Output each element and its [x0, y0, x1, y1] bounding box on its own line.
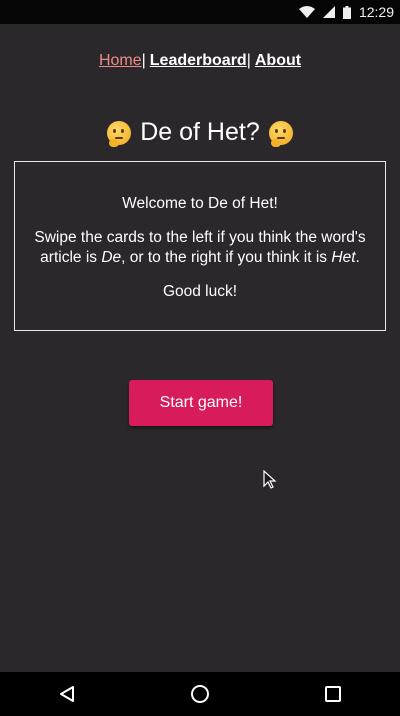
nav-leaderboard-link[interactable]: Leaderboard [150, 52, 247, 69]
instructions-part: , or to the right if you think it is [121, 249, 332, 266]
nav-home-link[interactable]: Home [99, 52, 142, 69]
signal-icon [322, 6, 335, 18]
page-title: De of Het? [0, 118, 400, 147]
back-button[interactable] [37, 672, 97, 716]
thinking-face-icon [107, 120, 132, 147]
instructions-text: Swipe the cards to the left if you think… [27, 228, 373, 268]
status-time: 12:29 [358, 4, 394, 20]
top-nav: Home| Leaderboard| About [0, 52, 400, 70]
system-nav-bar [0, 672, 400, 716]
nav-separator: | [246, 52, 251, 69]
start-game-button[interactable]: Start game! [129, 380, 273, 426]
instructions-part: . [355, 249, 360, 266]
home-button[interactable] [170, 672, 230, 716]
back-triangle-icon [59, 686, 74, 702]
welcome-text: Welcome to De of Het! [122, 195, 278, 212]
status-bar: 12:29 [0, 0, 400, 24]
page-title-text: De of Het? [140, 118, 260, 146]
recents-square-icon [325, 686, 342, 702]
mouse-cursor-icon [263, 469, 277, 495]
instructions-card: Welcome to De of Het! Swipe the cards to… [14, 161, 386, 331]
nav-about-link[interactable]: About [255, 52, 301, 69]
thinking-face-icon [268, 120, 293, 147]
home-circle-icon [190, 685, 209, 703]
article-de: De [101, 249, 122, 266]
good-luck-text: Good luck! [162, 283, 238, 300]
battery-icon [342, 5, 351, 19]
wifi-icon [298, 6, 315, 18]
recents-button[interactable] [303, 672, 363, 716]
article-het: Het [331, 249, 356, 266]
nav-separator: | [141, 52, 146, 69]
